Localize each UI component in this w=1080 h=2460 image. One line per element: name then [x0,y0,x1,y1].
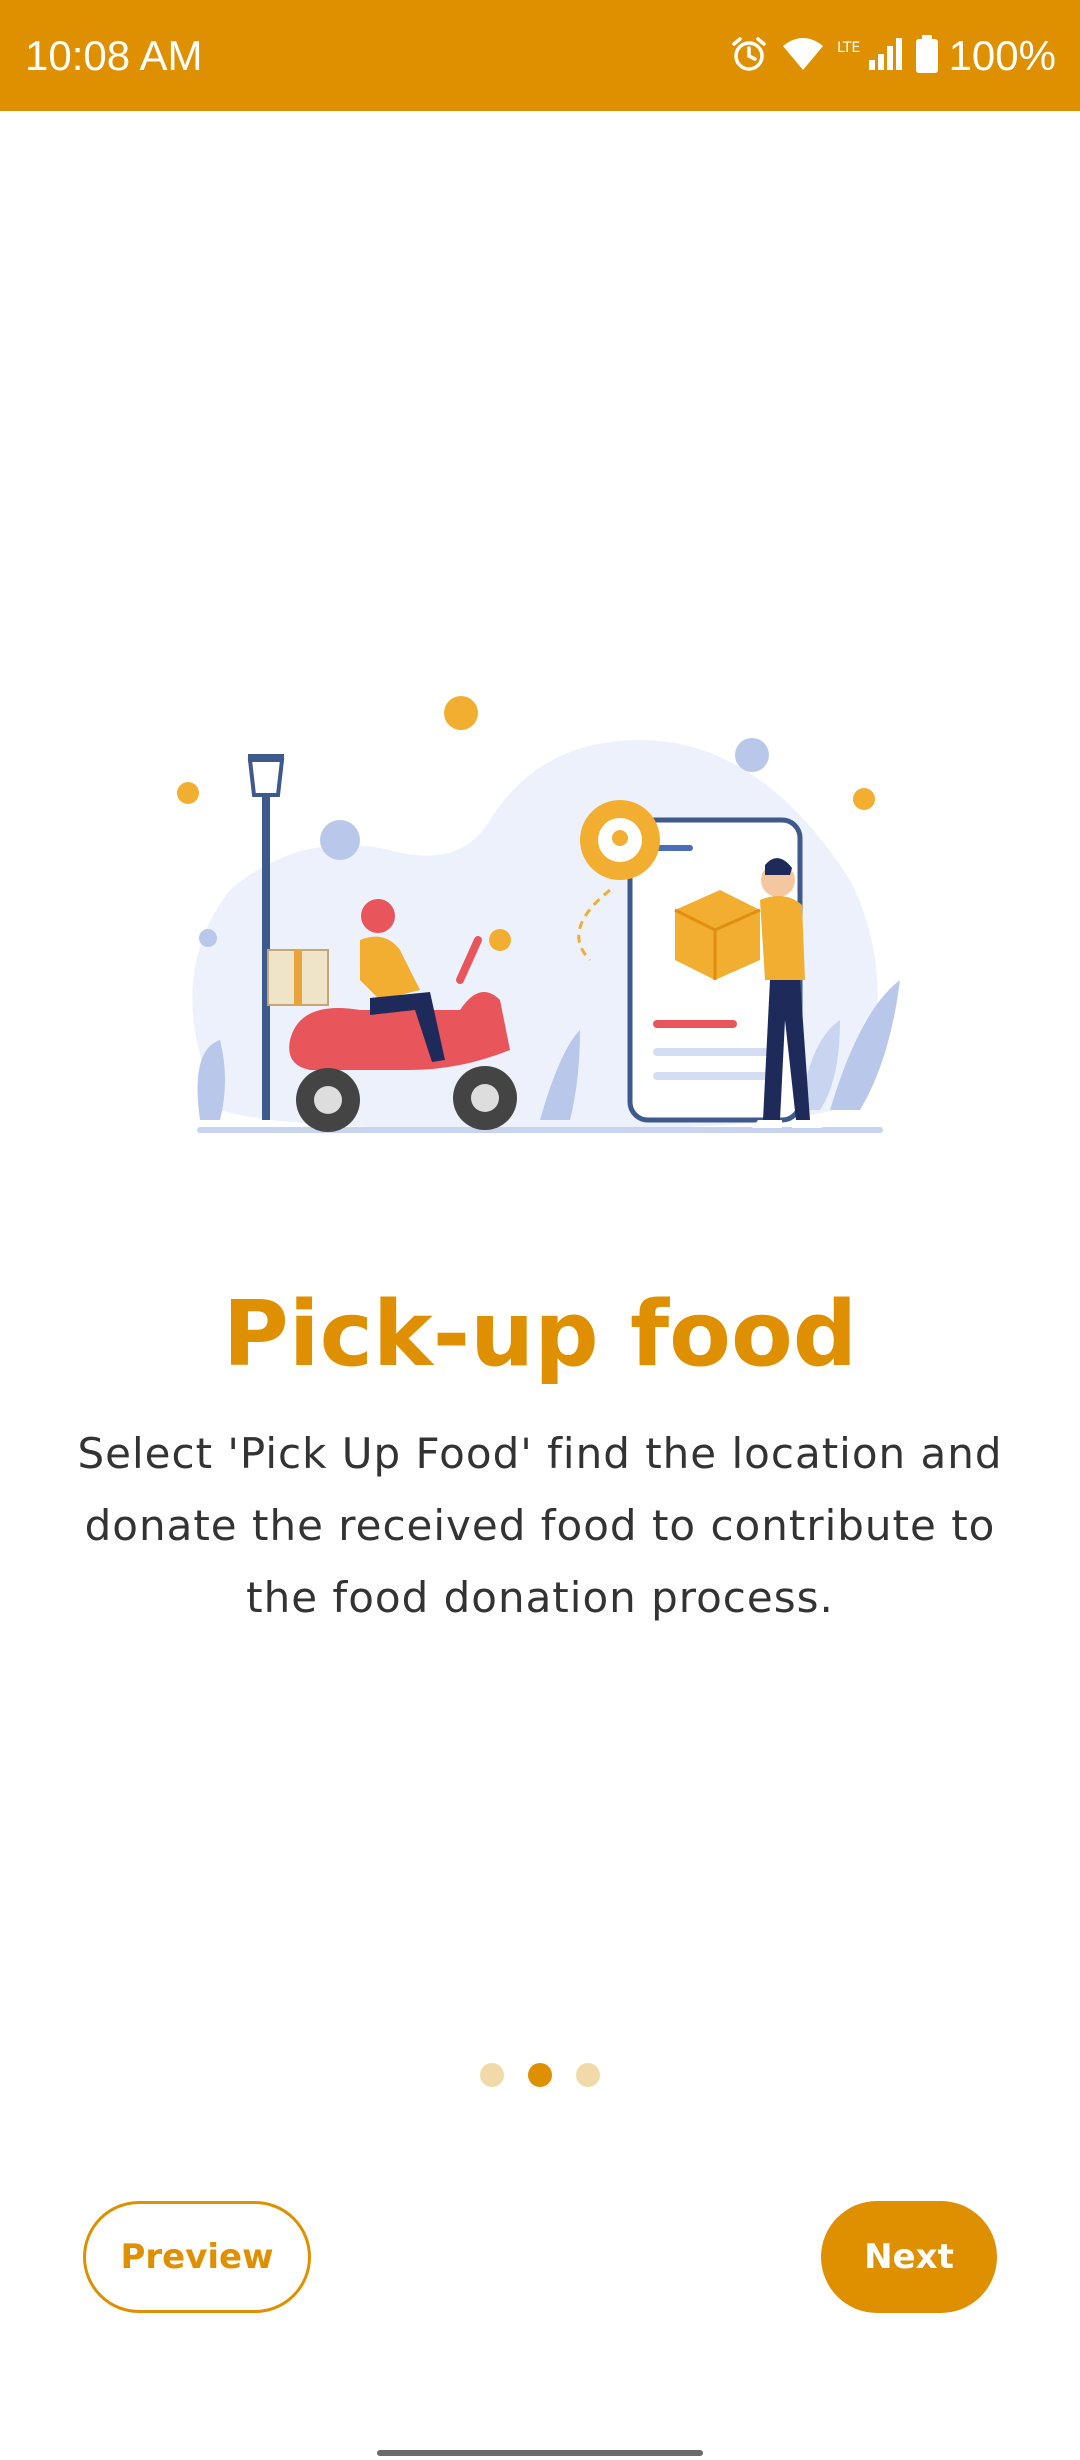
onboarding-title: Pick-up food [222,1282,858,1387]
status-time: 10:08 AM [25,32,203,79]
status-bar: 10:08 AM LTE 100% [0,0,1080,111]
alarm-icon [729,34,769,79]
page-indicator [0,2063,1080,2087]
page-dot-3[interactable] [576,2063,600,2087]
lte-signal-icon: LTE [837,34,903,79]
page-dot-1[interactable] [480,2063,504,2087]
onboarding-description: Select 'Pick Up Food' find the location … [77,1429,1003,1622]
home-indicator[interactable] [377,2450,703,2456]
preview-button[interactable]: Preview [83,2201,311,2313]
battery-icon [915,34,939,79]
battery-percent: 100% [948,32,1056,79]
page-dot-2-active[interactable] [528,2063,552,2087]
onboarding-screen: 10:08 AM LTE 100% Pick-up food Select 'P… [0,0,1080,2460]
wifi-icon [781,34,825,79]
status-icons: LTE 100% [717,28,1056,84]
svg-text:LTE: LTE [837,40,860,56]
next-button[interactable]: Next [821,2201,997,2313]
delivery-illustration [160,680,920,1160]
